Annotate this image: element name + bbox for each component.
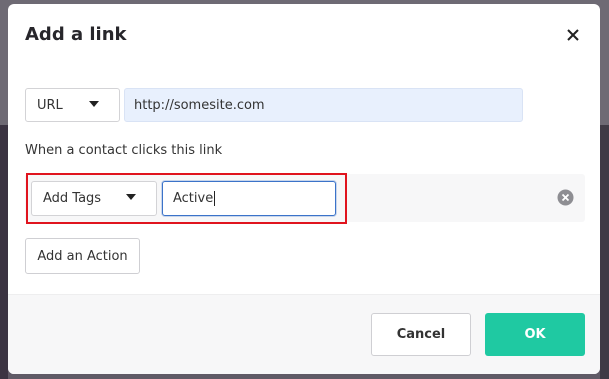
chevron-down-icon [126, 194, 136, 200]
dialog-title: Add a link [25, 24, 127, 45]
action-type-selected-value: Add Tags [43, 191, 102, 206]
dialog-header: Add a link [8, 4, 600, 68]
close-icon[interactable] [564, 26, 582, 44]
ok-button[interactable]: OK [485, 313, 585, 356]
add-link-dialog: Add a link URL http://somesite.com When … [8, 4, 600, 374]
remove-circle-icon[interactable] [557, 189, 574, 206]
link-type-selected-value: URL [37, 97, 63, 113]
action-type-select[interactable]: Add Tags [31, 181, 157, 216]
link-type-select[interactable]: URL [25, 88, 120, 122]
dialog-footer: Cancel OK [8, 294, 600, 374]
actions-section-label: When a contact clicks this link [25, 143, 223, 158]
cancel-button[interactable]: Cancel [371, 313, 471, 356]
tags-input-value: Active [173, 191, 214, 206]
text-cursor [214, 191, 216, 206]
url-input[interactable]: http://somesite.com [124, 88, 523, 122]
add-action-button[interactable]: Add an Action [25, 238, 140, 274]
background-app-edge-left [0, 125, 8, 379]
background-app-edge-right [600, 125, 609, 379]
tags-input[interactable]: Active [162, 181, 336, 216]
chevron-down-icon [89, 101, 99, 107]
